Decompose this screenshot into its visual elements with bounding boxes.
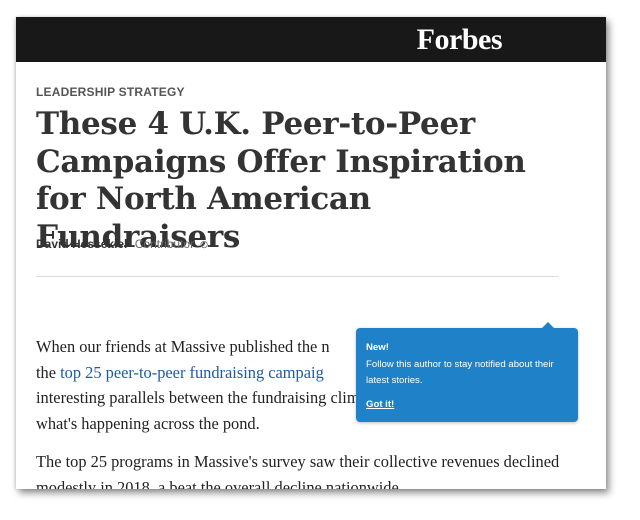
got-it-button[interactable]: Got it! [366, 397, 394, 413]
article-headline: These 4 U.K. Peer-to-Peer Campaigns Offe… [36, 106, 526, 255]
byline: David Hessekiel Contributor ⊙ [36, 237, 209, 251]
paragraph-text: When our friends at Massive published th… [36, 337, 330, 356]
author-role: Contributor [134, 237, 195, 251]
forbes-logo[interactable]: Forbes [417, 23, 503, 57]
paragraph: The top 25 programs in Massive's survey … [36, 452, 560, 489]
divider [36, 276, 559, 277]
follow-icon[interactable]: ⊙ [199, 239, 208, 251]
masthead: Forbes [16, 17, 606, 62]
follow-tooltip: New! Follow this author to stay notified… [356, 322, 578, 422]
tooltip-message: Follow this author to stay notified abou… [366, 359, 554, 386]
channel-label[interactable]: LEADERSHIP STRATEGY [36, 85, 185, 99]
inline-link[interactable]: top 25 peer-to-peer fundraising campaig [60, 363, 324, 382]
paragraph-text: the [36, 362, 61, 382]
browser-page: Forbes LEADERSHIP STRATEGY These 4 U.K. … [16, 17, 606, 489]
tooltip-title: New! [366, 342, 389, 353]
author-name[interactable]: David Hessekiel [36, 237, 127, 251]
